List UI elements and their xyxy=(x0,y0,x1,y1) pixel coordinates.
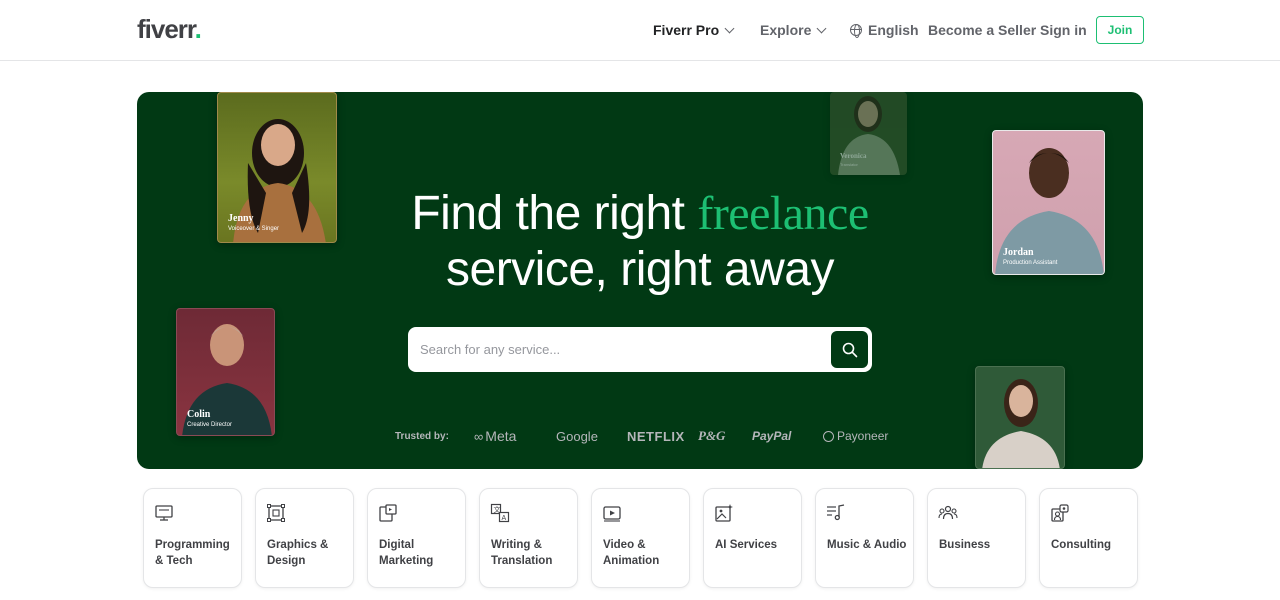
vector-design-icon xyxy=(267,504,285,522)
category-ai-services[interactable]: AI Services xyxy=(703,488,802,588)
digital-marketing-icon xyxy=(379,504,397,522)
category-consulting[interactable]: Consulting xyxy=(1039,488,1138,588)
card-name: Veronica xyxy=(840,152,867,160)
category-video-animation[interactable]: Video & Animation xyxy=(591,488,690,588)
svg-text:A: A xyxy=(502,515,507,522)
freelancer-card-portrait xyxy=(975,366,1065,469)
brand-payoneer: Payoneer xyxy=(823,428,888,444)
brand-netflix: NETFLIX xyxy=(627,428,685,444)
search-icon xyxy=(842,342,857,357)
music-note-icon xyxy=(827,504,845,521)
top-header: fiverr. Fiverr Pro Explore English Becom… xyxy=(0,0,1280,61)
video-play-icon xyxy=(603,506,621,522)
category-label: Consulting xyxy=(1051,539,1112,551)
fiverr-logo[interactable]: fiverr. xyxy=(137,14,202,45)
category-label: Digital Marketing xyxy=(379,539,434,567)
nav-fiverr-pro[interactable]: Fiverr Pro xyxy=(653,0,735,60)
brand-paypal: PayPal xyxy=(752,429,792,443)
card-role: Translator xyxy=(840,162,858,167)
category-programming-tech[interactable]: Programming & Tech xyxy=(143,488,242,588)
freelancer-card-veronica: Veronica Translator xyxy=(830,92,907,175)
trusted-by-label: Trusted by: xyxy=(395,430,449,442)
nav-sign-in[interactable]: Sign in xyxy=(1040,0,1087,60)
brand-google: Google xyxy=(556,428,598,444)
monitor-code-icon xyxy=(155,505,173,521)
ai-image-icon xyxy=(715,504,733,522)
chevron-down-icon xyxy=(816,23,827,33)
nav-explore[interactable]: Explore xyxy=(760,0,827,60)
category-digital-marketing[interactable]: Digital Marketing xyxy=(367,488,466,588)
translation-icon: 文 A xyxy=(490,503,510,523)
woman-portrait xyxy=(982,379,1060,468)
nav-become-seller[interactable]: Become a Seller xyxy=(928,0,1036,60)
hero-banner: Jenny Voiceover & Singer Colin Creative … xyxy=(137,92,1143,469)
nav-language-label: English xyxy=(868,22,919,38)
consulting-icon xyxy=(1051,504,1069,522)
nav-become-seller-label: Become a Seller xyxy=(928,22,1037,38)
globe-icon xyxy=(850,24,862,38)
category-graphics-design[interactable]: Graphics & Design xyxy=(255,488,354,588)
search-input[interactable] xyxy=(420,333,820,366)
nav-language[interactable]: English xyxy=(850,0,919,60)
category-music-audio[interactable]: Music & Audio xyxy=(815,488,914,588)
brand-pg: P&G xyxy=(698,428,726,443)
chevron-down-icon xyxy=(724,23,735,33)
card-name: Colin xyxy=(187,409,211,420)
hero-title-line-1: Find the right freelance xyxy=(411,187,869,240)
category-label: Graphics & Design xyxy=(267,539,329,567)
nav-sign-in-label: Sign in xyxy=(1040,22,1087,38)
category-label: Programming & Tech xyxy=(155,539,230,567)
hero-title-accent: freelance xyxy=(697,187,869,240)
category-label: Business xyxy=(939,539,991,551)
category-label: Video & Animation xyxy=(603,539,660,567)
search-bar xyxy=(408,327,872,372)
category-label: Music & Audio xyxy=(827,539,907,551)
category-label: AI Services xyxy=(715,539,778,551)
category-writing-translation[interactable]: 文 A Writing & Translation xyxy=(479,488,578,588)
category-business[interactable]: Business xyxy=(927,488,1026,588)
nav-fiverr-pro-label: Fiverr Pro xyxy=(653,22,720,38)
freelancer-card-colin: Colin Creative Director xyxy=(176,308,275,436)
search-button[interactable] xyxy=(831,331,868,368)
payoneer-ring-icon xyxy=(823,430,834,442)
card-role: Creative Director xyxy=(187,422,233,428)
hero-title-line-2: service, right away xyxy=(446,243,834,296)
nav-explore-label: Explore xyxy=(760,22,812,38)
category-label: Writing & Translation xyxy=(491,539,553,567)
join-button[interactable]: Join xyxy=(1096,16,1144,44)
business-people-icon xyxy=(938,505,958,520)
svg-text:文: 文 xyxy=(494,505,501,514)
brand-meta: ∞ Meta xyxy=(474,428,517,444)
